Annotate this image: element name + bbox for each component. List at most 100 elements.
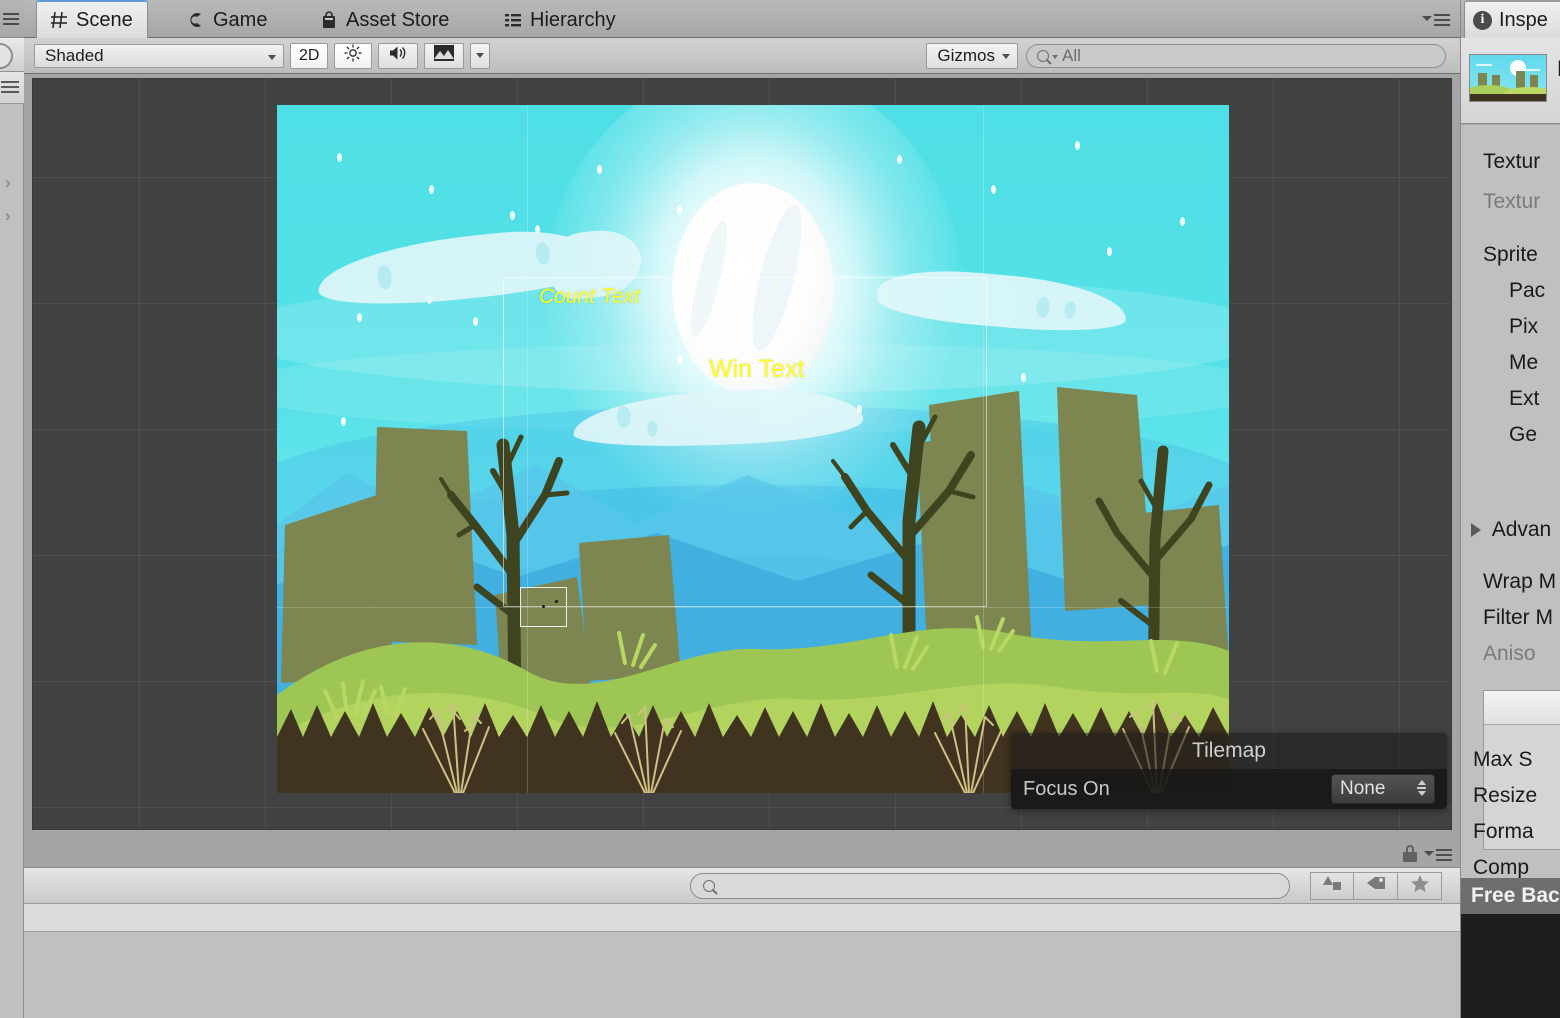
chevron-right-icon-1[interactable]: ›	[5, 174, 17, 191]
focus-on-label: Focus On	[1023, 777, 1110, 800]
inspector-advanced-label: Advan	[1491, 518, 1552, 541]
list-tree-icon	[503, 10, 523, 30]
info-icon: i	[1473, 10, 1492, 30]
project-panel	[24, 840, 1460, 1018]
inspector-preview-area	[1461, 914, 1560, 1018]
up-down-stepper-icon[interactable]	[1417, 780, 1426, 800]
inspector-row-extrude-edges: Ext	[1509, 387, 1540, 410]
triangle-right-icon	[1471, 523, 1481, 538]
chevron-down-icon	[1002, 53, 1010, 59]
star-particle	[341, 417, 346, 426]
draw-mode-dropdown[interactable]: Shaded	[34, 43, 284, 68]
cloud-hole	[1063, 300, 1077, 320]
focus-on-value: None	[1340, 778, 1386, 799]
chevron-right-icon-2[interactable]: ›	[5, 207, 17, 224]
guide-vline	[527, 105, 528, 793]
gizmos-label: Gizmos	[937, 45, 995, 65]
lighting-toggle-button[interactable]	[334, 42, 373, 69]
tab-hierarchy[interactable]: Hierarchy	[491, 2, 630, 38]
star-particle	[429, 185, 434, 194]
type-filter-button[interactable]	[1310, 871, 1354, 900]
lock-icon[interactable]	[1402, 845, 1418, 862]
scene-search-input[interactable]: All	[1026, 43, 1446, 68]
left-list-button[interactable]	[0, 72, 24, 104]
inspector-row-resize-algorithm: Resize	[1473, 784, 1538, 807]
chevron-down-icon	[268, 54, 276, 60]
project-breadcrumb-bar	[24, 904, 1460, 932]
inspector-row-sprite-mode: Sprite	[1483, 243, 1538, 266]
toggle-2d-button[interactable]: 2D	[290, 42, 329, 69]
inspector-row-generate-physics: Ge	[1509, 423, 1538, 446]
project-toolbar	[24, 868, 1460, 904]
search-icon	[1037, 49, 1049, 62]
tab-hierarchy-label: Hierarchy	[530, 8, 616, 31]
speaker-audio-icon	[387, 43, 409, 68]
inspector-row-format: Forma	[1473, 820, 1534, 843]
inspector-header: F	[1461, 38, 1560, 124]
inspector-preview-header: Free Bac	[1461, 878, 1560, 914]
scene-viewport[interactable]: Count Text Win Text Tilemap Focus On Non…	[32, 78, 1452, 830]
tab-asset-store[interactable]: Asset Store	[307, 2, 463, 38]
inspector-advanced-foldout[interactable]: Advan	[1471, 518, 1551, 542]
shopping-bag-icon	[319, 10, 339, 30]
inspector-row-aniso-level: Aniso	[1483, 642, 1536, 665]
star-particle	[991, 185, 996, 194]
star-particle	[1107, 247, 1112, 256]
label-filter-button[interactable]	[1354, 871, 1398, 900]
star-particle	[1180, 217, 1185, 226]
panel-options-icon[interactable]	[1422, 12, 1450, 28]
focus-on-dropdown[interactable]: None	[1331, 774, 1435, 804]
audio-toggle-button[interactable]	[378, 42, 419, 69]
scene-tabbar: Scene Game Asset Store Hierarchy	[24, 0, 1460, 38]
platform-tab-strip[interactable]	[1484, 691, 1560, 725]
selection-handle-dot[interactable]	[542, 605, 545, 608]
toggle-2d-label: 2D	[299, 46, 320, 64]
inspector-row-packing-tag: Pac	[1509, 279, 1546, 302]
favorites-filter-button[interactable]	[1398, 871, 1442, 900]
cloud-hole	[1035, 296, 1051, 319]
tab-inspector[interactable]: i Inspe	[1464, 0, 1560, 38]
image-effects-icon	[433, 44, 455, 67]
scene-toolbar: Shaded 2D Gizmos All	[24, 38, 1460, 74]
left-panel-strip: › ›	[0, 0, 24, 1018]
inspector-asset-preview	[1469, 54, 1547, 102]
tab-game[interactable]: Game	[174, 2, 281, 38]
cloud-hole	[376, 264, 393, 290]
inspector-row-pixels-per-unit: Pix	[1509, 315, 1539, 338]
inspector-row-filter-mode: Filter M	[1483, 606, 1553, 629]
popup-body: Focus On None	[1011, 769, 1447, 809]
chevron-down-icon	[476, 53, 485, 58]
inspector-tabbar: i Inspe	[1461, 0, 1560, 38]
draw-mode-label: Shaded	[45, 45, 104, 65]
panel-options-icon[interactable]	[1424, 848, 1452, 862]
guide-hline	[277, 607, 1229, 608]
inspector-row-texture-shape: Textur	[1483, 190, 1541, 213]
left-strip-header	[0, 0, 24, 38]
win-text-object[interactable]: Win Text	[709, 355, 804, 384]
inspector-row-wrap-mode: Wrap M	[1483, 570, 1557, 593]
gizmos-dropdown[interactable]: Gizmos	[926, 42, 1018, 69]
selection-pivot-dot[interactable]	[555, 600, 558, 603]
sun-lighting-icon	[343, 43, 363, 68]
project-search-input[interactable]	[690, 872, 1290, 899]
effects-dropdown-button[interactable]	[470, 42, 491, 69]
hamburger-menu-icon[interactable]	[3, 13, 19, 25]
left-tool-circle-button[interactable]	[0, 38, 24, 72]
scene-content: Count Text Win Text	[277, 105, 1229, 793]
star-particle	[897, 155, 902, 164]
tab-inspector-label: Inspe	[1499, 8, 1548, 31]
star-particle	[357, 313, 362, 322]
star-particle	[1075, 141, 1080, 150]
project-panel-header	[24, 840, 1460, 868]
scene-panel: Scene Game Asset Store Hierarchy Shaded …	[24, 0, 1460, 840]
inspector-preview-label: Free Bac	[1471, 884, 1560, 907]
project-asset-grid[interactable]	[24, 932, 1460, 1018]
tab-scene[interactable]: Scene	[36, 0, 148, 38]
effects-toggle-button[interactable]	[424, 42, 465, 69]
star-particle	[1021, 373, 1026, 382]
canvas-rect-gizmo	[503, 277, 987, 607]
focus-on-popup[interactable]: Tilemap Focus On None	[1011, 733, 1447, 809]
gamepad-icon	[186, 10, 206, 30]
inspector-row-texture-type: Textur	[1483, 150, 1541, 173]
count-text-object[interactable]: Count Text	[539, 285, 640, 309]
